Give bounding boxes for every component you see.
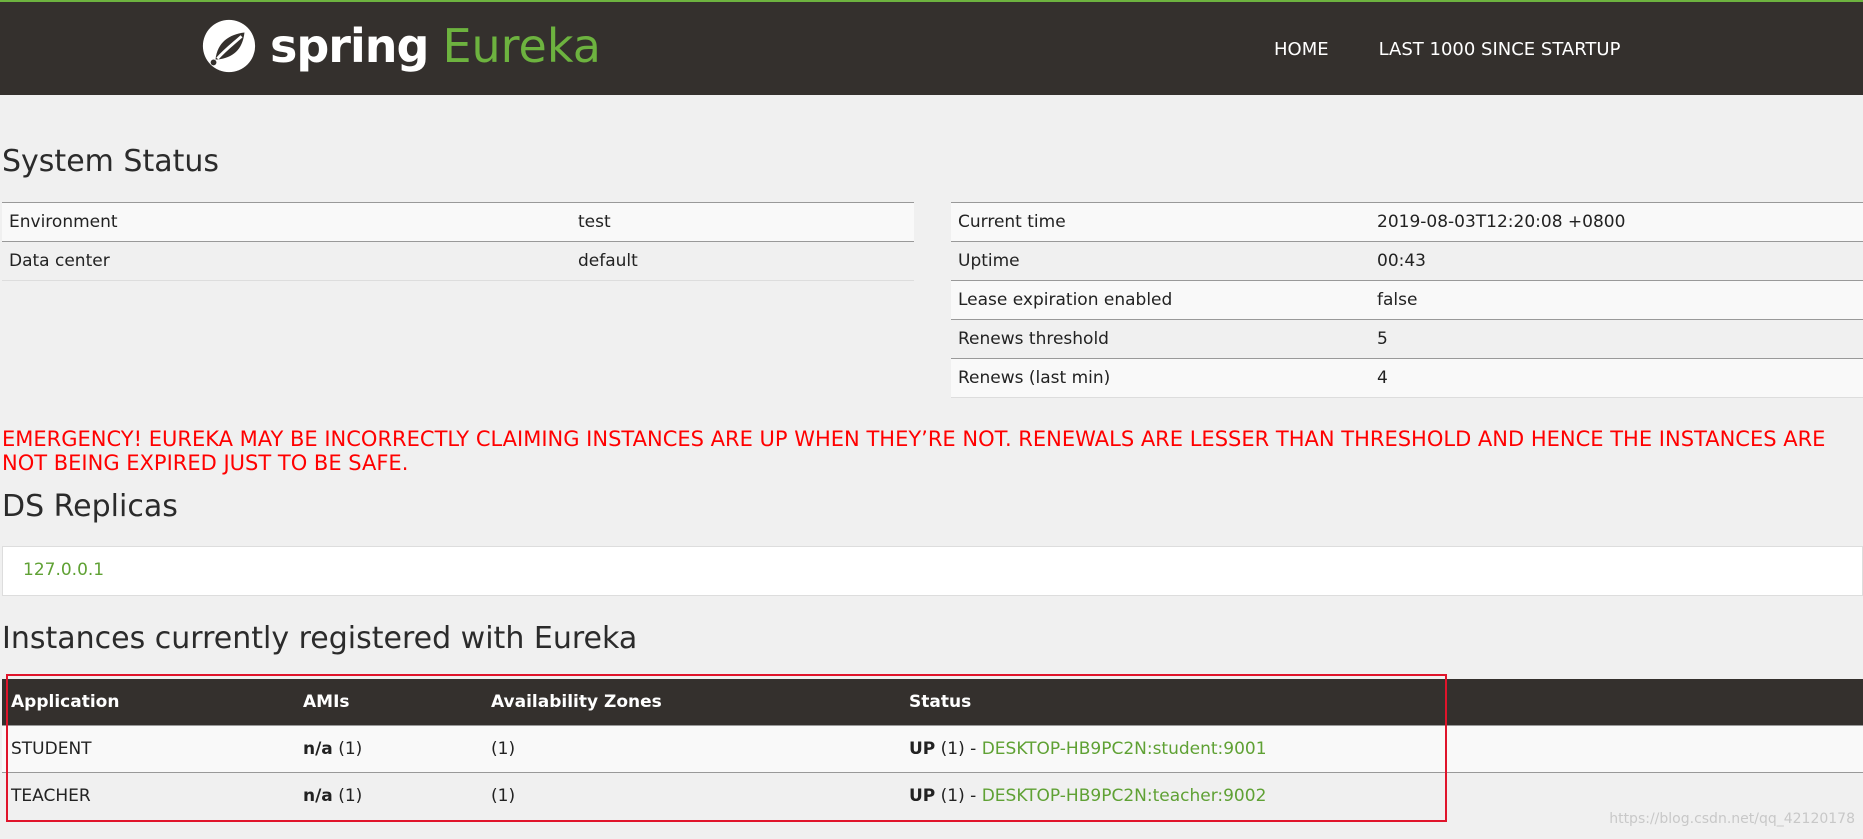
status-count: (1) - bbox=[940, 739, 977, 759]
status-value: 5 bbox=[1370, 319, 1863, 359]
replica-link[interactable]: 127.0.0.1 bbox=[23, 560, 104, 580]
emergency-warning: EMERGENCY! EUREKA MAY BE INCORRECTLY CLA… bbox=[2, 427, 1826, 475]
brand-eureka: Eureka bbox=[442, 19, 601, 73]
spring-leaf-icon bbox=[202, 19, 256, 73]
ds-replicas-title: DS Replicas bbox=[2, 489, 178, 524]
instances-header-row: Application AMIs Availability Zones Stat… bbox=[2, 679, 1863, 726]
status-key: Data center bbox=[2, 241, 571, 281]
status-key: Uptime bbox=[951, 241, 1370, 281]
status-value: test bbox=[571, 202, 914, 242]
ami-value: n/a bbox=[303, 739, 333, 759]
status-row: Renews threshold 5 bbox=[951, 319, 1863, 359]
col-amis: AMIs bbox=[294, 679, 482, 726]
col-availability-zones: Availability Zones bbox=[482, 679, 900, 726]
status-key: Environment bbox=[2, 202, 571, 242]
status-count: (1) - bbox=[940, 786, 977, 806]
instances-table: Application AMIs Availability Zones Stat… bbox=[2, 679, 1863, 819]
status-value: 4 bbox=[1370, 358, 1863, 398]
status-value: 00:43 bbox=[1370, 241, 1863, 281]
status-key: Current time bbox=[951, 202, 1370, 242]
ami-value: n/a bbox=[303, 786, 333, 806]
status-row: Current time 2019-08-03T12:20:08 +0800 bbox=[951, 202, 1863, 242]
ami-count: (1) bbox=[338, 739, 363, 759]
status-key: Lease expiration enabled bbox=[951, 280, 1370, 320]
watermark: https://blog.csdn.net/qq_42120178 bbox=[1609, 811, 1855, 827]
instance-link[interactable]: DESKTOP-HB9PC2N:teacher:9002 bbox=[982, 786, 1267, 806]
app-name: STUDENT bbox=[2, 725, 294, 773]
status-value: 2019-08-03T12:20:08 +0800 bbox=[1370, 202, 1863, 242]
zones-cell: (1) bbox=[482, 725, 900, 773]
status-up: UP bbox=[909, 786, 936, 806]
navbar: spring Eureka HOME LAST 1000 SINCE START… bbox=[0, 0, 1863, 95]
status-value: false bbox=[1370, 280, 1863, 320]
ami-cell: n/a (1) bbox=[294, 725, 482, 773]
nav-links: HOME LAST 1000 SINCE STARTUP bbox=[1274, 39, 1670, 60]
status-row: Uptime 00:43 bbox=[951, 241, 1863, 281]
status-row: Environment test bbox=[2, 202, 914, 242]
nav-home-link[interactable]: HOME bbox=[1274, 39, 1329, 60]
status-cell: UP (1) - DESKTOP-HB9PC2N:student:9001 bbox=[900, 725, 1863, 773]
system-status-title: System Status bbox=[2, 144, 220, 179]
ami-cell: n/a (1) bbox=[294, 772, 482, 819]
system-status-left-table: Environment test Data center default bbox=[2, 202, 914, 281]
app-name: TEACHER bbox=[2, 772, 294, 819]
zones-cell: (1) bbox=[482, 772, 900, 819]
status-row: Renews (last min) 4 bbox=[951, 358, 1863, 398]
status-value: default bbox=[571, 241, 914, 281]
ami-count: (1) bbox=[338, 786, 363, 806]
instances-title: Instances currently registered with Eure… bbox=[2, 621, 638, 656]
status-key: Renews threshold bbox=[951, 319, 1370, 359]
col-status: Status bbox=[900, 679, 1863, 726]
table-row: STUDENT n/a (1) (1) UP (1) - DESKTOP-HB9… bbox=[2, 725, 1863, 773]
table-row: TEACHER n/a (1) (1) UP (1) - DESKTOP-HB9… bbox=[2, 772, 1863, 819]
brand-logo[interactable]: spring Eureka bbox=[200, 16, 601, 76]
nav-last1000-link[interactable]: LAST 1000 SINCE STARTUP bbox=[1379, 39, 1621, 60]
status-row: Data center default bbox=[2, 241, 914, 281]
brand-spring: spring bbox=[270, 19, 429, 73]
instance-link[interactable]: DESKTOP-HB9PC2N:student:9001 bbox=[982, 739, 1267, 759]
replicas-list: 127.0.0.1 bbox=[2, 546, 1863, 596]
status-row: Lease expiration enabled false bbox=[951, 280, 1863, 320]
status-up: UP bbox=[909, 739, 936, 759]
status-key: Renews (last min) bbox=[951, 358, 1370, 398]
system-status-right-table: Current time 2019-08-03T12:20:08 +0800 U… bbox=[951, 202, 1863, 398]
col-application: Application bbox=[2, 679, 294, 726]
